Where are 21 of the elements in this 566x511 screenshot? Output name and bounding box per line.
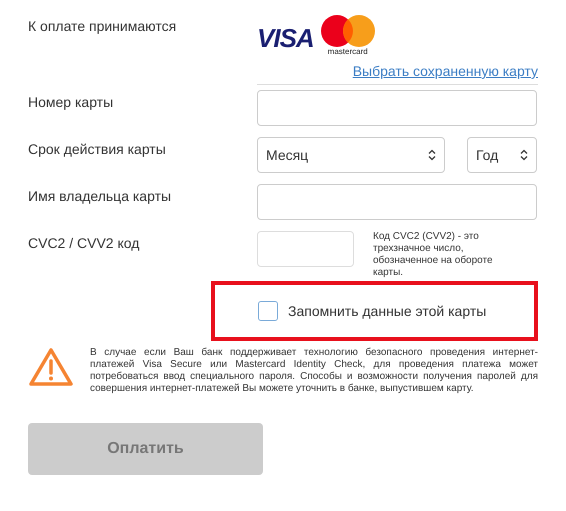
- text-input-field[interactable]: [257, 184, 537, 220]
- mastercard-wordmark: mastercard: [328, 47, 368, 56]
- accepted-cards-label: К оплате принимаются: [28, 17, 178, 34]
- chevron-icon: [428, 149, 436, 161]
- field-label: Срок действия карты: [28, 140, 167, 157]
- field-label: CVC2 / CVV2 код: [28, 234, 140, 251]
- chevron-icon: [520, 149, 528, 161]
- cvc-input-field[interactable]: [257, 231, 354, 267]
- visa-logo: VISA: [257, 23, 314, 54]
- month-select[interactable]: Месяц: [257, 137, 445, 173]
- warning-icon: [28, 347, 74, 387]
- cvc-hint: Код CVC2 (CVV2) - это трехзначное число, обозначенное на обороте карты.: [373, 231, 494, 279]
- remember-checkbox[interactable]: [258, 301, 278, 321]
- remember-card-label: Запомнить данные этой карты: [288, 303, 486, 319]
- saved-card-link[interactable]: Выбрать сохраненную карту: [352, 63, 538, 79]
- text-input-field[interactable]: [257, 90, 537, 126]
- field-label: Имя владельца карты: [28, 187, 172, 204]
- year-select[interactable]: Год: [467, 137, 537, 173]
- field-label: Номер карты: [28, 93, 114, 110]
- mastercard-logo-icon: [320, 14, 376, 48]
- security-notice: В случае если Ваш банк поддерживает технологию безопасного проведения интернет-платежей Visa Secure или Mastercard Identity Check, для проведения платежа может потребоваться ввод специального пароля. Способы и возможности получения паролей для совершения интернет-платежей Вы можете уточнить в банке, выпустившем карту.: [90, 347, 538, 395]
